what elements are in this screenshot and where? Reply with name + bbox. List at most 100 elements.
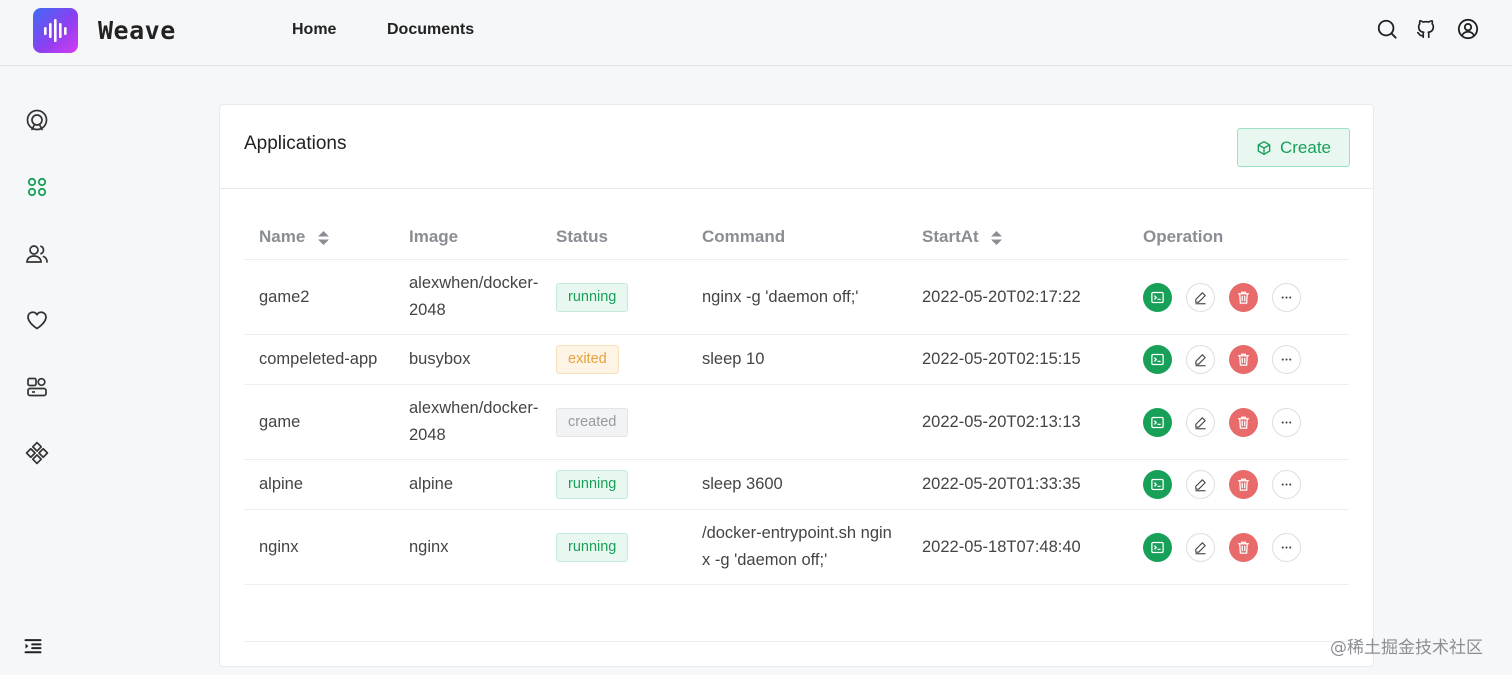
trash-icon <box>1237 291 1250 304</box>
cell-image: alexwhen/docker-2048 <box>409 274 539 319</box>
more-button[interactable] <box>1272 345 1301 374</box>
indent-icon[interactable] <box>23 636 43 656</box>
create-button[interactable]: Create <box>1237 128 1350 167</box>
sort-icon[interactable] <box>991 230 1003 245</box>
cell-image: nginx <box>409 538 449 556</box>
user-icon[interactable] <box>1457 18 1479 40</box>
edit-icon <box>1195 542 1206 555</box>
ellipsis-icon <box>1281 421 1292 424</box>
table-row: game alexwhen/docker-2048 created 2022-0… <box>244 385 1349 460</box>
divider <box>244 641 1349 642</box>
heart-icon[interactable] <box>25 308 49 332</box>
status-badge: created <box>556 408 629 437</box>
table-row: alpine alpine running sleep 3600 2022-05… <box>244 460 1349 510</box>
terminal-button[interactable] <box>1143 283 1172 312</box>
applications-card: Applications Create Name Image Status Co… <box>219 104 1374 667</box>
more-button[interactable] <box>1272 408 1301 437</box>
terminal-icon <box>1151 478 1164 491</box>
table-row: game2 alexwhen/docker-2048 running nginx… <box>244 260 1349 335</box>
status-badge: exited <box>556 345 619 374</box>
cell-command: nginx -g 'daemon off;' <box>702 288 859 306</box>
cell-name: game2 <box>259 288 310 306</box>
column-header-name[interactable]: Name <box>259 227 330 247</box>
terminal-button[interactable] <box>1143 470 1172 499</box>
column-header-operation: Operation <box>1143 227 1224 246</box>
row-operations <box>1143 408 1301 437</box>
waveform-icon <box>44 19 67 42</box>
delete-button[interactable] <box>1229 283 1258 312</box>
column-header-status: Status <box>556 227 608 246</box>
components-icon[interactable] <box>25 441 49 465</box>
more-button[interactable] <box>1272 533 1301 562</box>
terminal-button[interactable] <box>1143 408 1172 437</box>
column-header-startat[interactable]: StartAt <box>922 227 1003 247</box>
edit-button[interactable] <box>1186 408 1215 437</box>
trash-icon <box>1237 416 1250 429</box>
table-row: compeleted-app busybox exited sleep 10 2… <box>244 335 1349 385</box>
create-button-label: Create <box>1279 137 1332 157</box>
trash-icon <box>1237 541 1250 554</box>
terminal-icon <box>1151 353 1164 366</box>
cube-icon <box>1257 140 1271 155</box>
column-header-image: Image <box>409 227 459 246</box>
applications-table: Name Image Status Command StartAt Operat… <box>244 215 1349 585</box>
search-icon[interactable] <box>1376 18 1398 40</box>
apps-icon[interactable] <box>25 175 49 199</box>
terminal-button[interactable] <box>1143 345 1172 374</box>
row-operations <box>1143 533 1301 562</box>
weave-logo[interactable] <box>33 8 78 53</box>
ellipsis-icon <box>1281 546 1292 549</box>
edit-button[interactable] <box>1186 533 1215 562</box>
terminal-icon <box>1151 541 1164 554</box>
status-badge: running <box>556 470 629 499</box>
delete-button[interactable] <box>1229 345 1258 374</box>
server-icon[interactable] <box>25 375 49 399</box>
column-name-label: Name <box>259 227 306 246</box>
edit-icon <box>1195 479 1206 492</box>
edit-icon <box>1195 292 1206 305</box>
status-badge: running <box>556 533 629 562</box>
sort-icon[interactable] <box>318 230 330 245</box>
edit-button[interactable] <box>1186 345 1215 374</box>
nav-documents[interactable]: Documents <box>387 21 474 39</box>
delete-button[interactable] <box>1229 533 1258 562</box>
ellipsis-icon <box>1281 483 1292 486</box>
column-header-command: Command <box>702 227 786 246</box>
brand-name: Weave <box>98 16 176 45</box>
nav-home[interactable]: Home <box>292 21 336 39</box>
cell-name: nginx <box>259 538 299 556</box>
terminal-icon <box>1151 291 1164 304</box>
edit-button[interactable] <box>1186 283 1215 312</box>
cell-command: /docker-entrypoint.sh nginx -g 'daemon o… <box>702 524 892 569</box>
delete-button[interactable] <box>1229 470 1258 499</box>
page-title: Applications <box>244 133 347 154</box>
cell-startat: 2022-05-18T07:48:40 <box>922 538 1081 556</box>
cell-name: compeleted-app <box>259 350 378 368</box>
column-startat-label: StartAt <box>922 227 979 246</box>
cell-name: alpine <box>259 475 304 493</box>
card-header: Applications Create <box>220 105 1373 189</box>
trash-icon <box>1237 478 1250 491</box>
trash-icon <box>1237 353 1250 366</box>
edit-icon <box>1195 417 1206 430</box>
row-operations <box>1143 470 1301 499</box>
dashboard-icon[interactable] <box>25 108 49 132</box>
cell-image: alexwhen/docker-2048 <box>409 399 539 444</box>
terminal-button[interactable] <box>1143 533 1172 562</box>
more-button[interactable] <box>1272 470 1301 499</box>
cell-startat: 2022-05-20T02:13:13 <box>922 413 1081 431</box>
row-operations <box>1143 345 1301 374</box>
cell-startat: 2022-05-20T02:15:15 <box>922 350 1081 368</box>
cell-command: sleep 10 <box>702 350 765 368</box>
delete-button[interactable] <box>1229 408 1258 437</box>
users-icon[interactable] <box>25 242 49 266</box>
ellipsis-icon <box>1281 358 1292 361</box>
edit-button[interactable] <box>1186 470 1215 499</box>
table-header-row: Name Image Status Command StartAt Operat… <box>244 215 1349 260</box>
ellipsis-icon <box>1281 296 1292 299</box>
more-button[interactable] <box>1272 283 1301 312</box>
github-icon[interactable] <box>1415 18 1437 40</box>
cell-name: game <box>259 413 301 431</box>
cell-startat: 2022-05-20T01:33:35 <box>922 475 1081 493</box>
watermark: @稀土掘金技术社区 <box>1330 638 1483 658</box>
